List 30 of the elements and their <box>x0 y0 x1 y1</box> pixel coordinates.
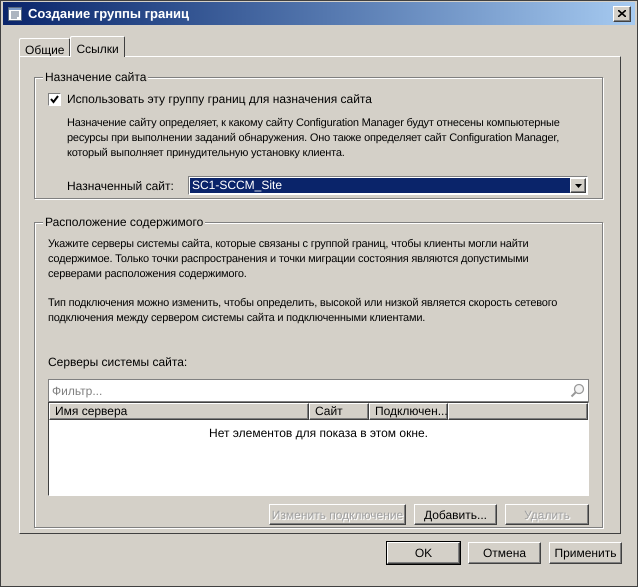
description-text: Укажите серверы системы сайта, которые связаны с группой границ, чтобы клиенты могли найти содержимое. Только точки распространения и точки миграции состояния являются допустимыми серверами расположения содержимого. <box>48 237 530 282</box>
column-header[interactable]: Сайт <box>309 403 369 420</box>
empty-message: Нет элементов для показа в этом окне. <box>208 425 429 442</box>
window-icon <box>7 6 23 22</box>
dropdown-arrow-button[interactable] <box>570 178 586 193</box>
close-icon <box>618 10 626 17</box>
dialog-button[interactable]: Применить <box>549 542 622 564</box>
site-dropdown[interactable]: SC1-SCCM_Site <box>188 176 588 195</box>
checkbox-label: Использовать эту группу границ для назначения сайта <box>67 91 372 108</box>
description-text: Тип подключения можно изменить, чтобы определить, высокой или низкой является скорость сетевого подключения между сервером системы сайта и подключенными клиентами. <box>48 296 558 326</box>
tab[interactable]: Общие <box>19 38 70 56</box>
dialog-button[interactable]: OK <box>387 542 460 564</box>
dialog-button[interactable]: Добавить... <box>414 504 497 525</box>
description-text: Назначение сайту определяет, к какому сайту Configuration Manager будут отнесены компьютерные ресурсы при выполнении заданий обнаружения. Оно также определяет сайт Configuration Manager, который выполняет принудительную установку клиента. <box>67 116 561 161</box>
close-button[interactable] <box>613 6 631 22</box>
group-title: Расположение содержимого <box>43 215 206 229</box>
caret-icon <box>574 184 582 188</box>
column-header[interactable]: Имя сервера <box>49 403 309 420</box>
dropdown-value: SC1-SCCM_Site <box>190 178 570 193</box>
tab[interactable]: Ссылки <box>70 36 125 57</box>
checkbox[interactable] <box>48 92 61 106</box>
field-label: Серверы системы сайта: <box>48 354 188 371</box>
column-header[interactable]: Подключен... <box>369 403 448 420</box>
filter-field[interactable]: Фильтр... <box>48 379 589 402</box>
search-icon <box>570 383 585 398</box>
dialog-button[interactable]: Отмена <box>468 542 541 564</box>
window-title: Создание группы границ <box>28 4 190 23</box>
group-title: Назначение сайта <box>43 70 148 84</box>
check-icon <box>50 94 59 104</box>
field-label: Назначенный сайт: <box>67 178 175 194</box>
